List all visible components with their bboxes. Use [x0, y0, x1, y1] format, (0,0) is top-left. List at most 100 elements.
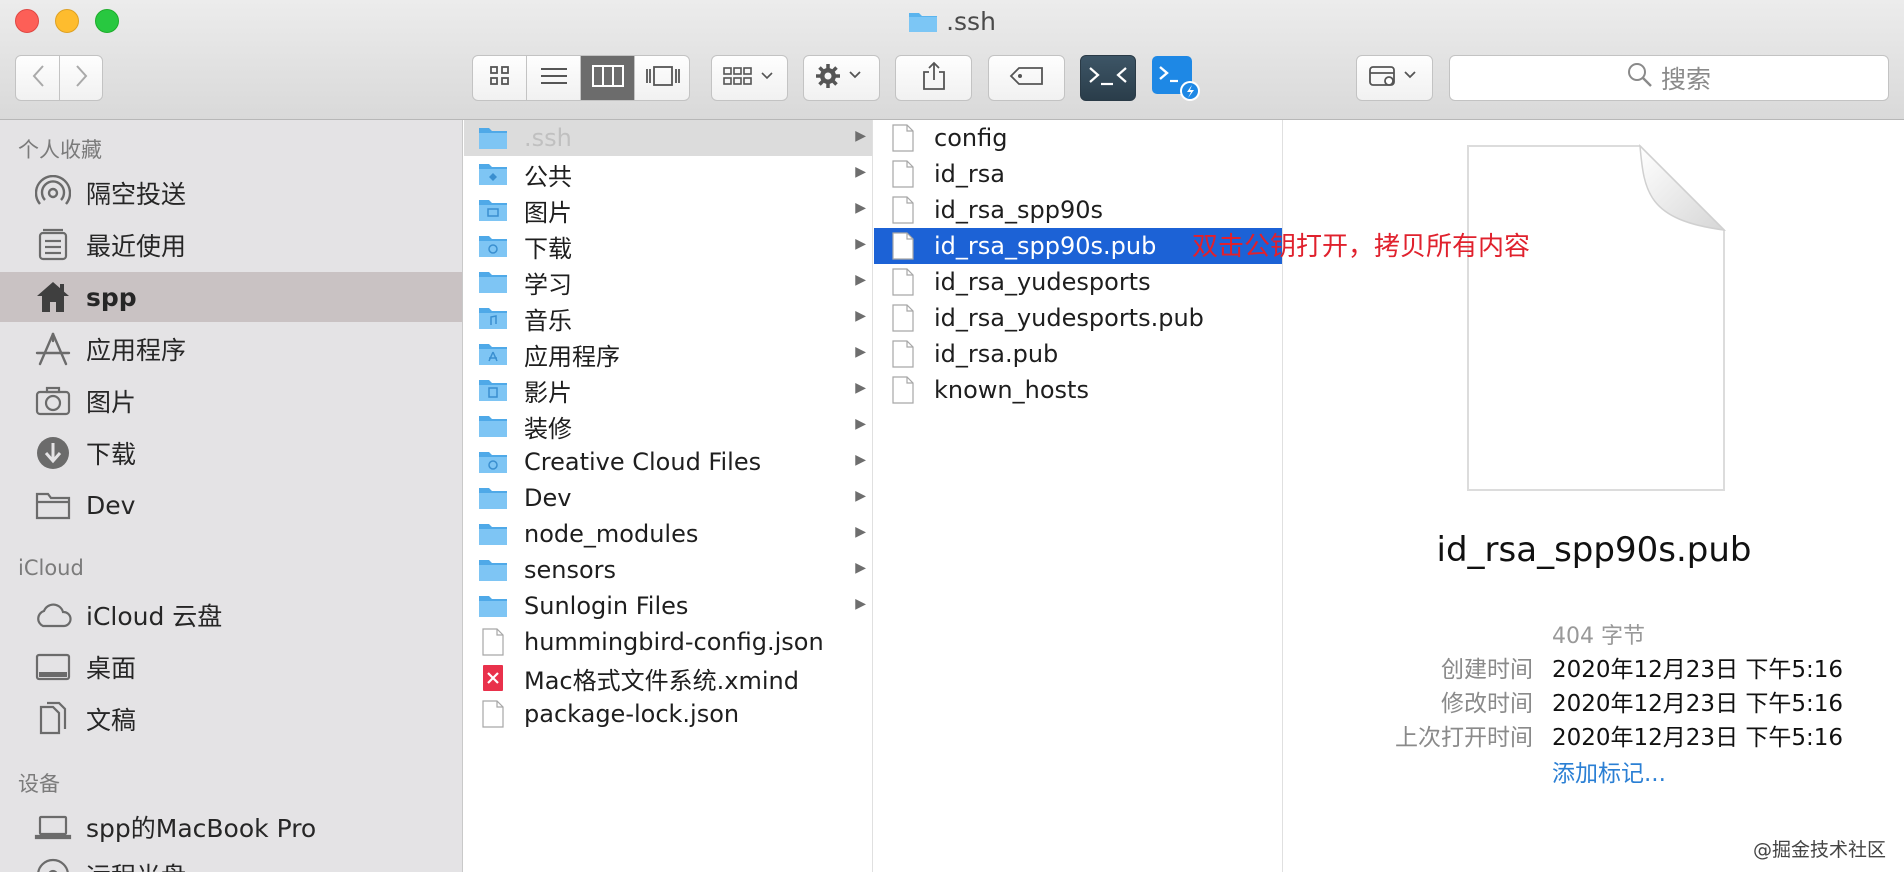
icon-view-icon — [489, 65, 511, 91]
list-item[interactable]: id_rsa_spp90s — [874, 192, 1282, 228]
list-item-label: 装修 — [524, 414, 572, 443]
gallery-view-button[interactable] — [635, 56, 690, 100]
created-value: 2020年12月23日 下午5:16 — [1552, 657, 1844, 683]
disclosure-arrow-icon: ▶ — [855, 416, 866, 432]
list-item[interactable]: id_rsa_yudesports — [874, 264, 1282, 300]
cloud-icon — [34, 596, 72, 634]
disclosure-arrow-icon: ▶ — [855, 272, 866, 288]
list-item[interactable]: hummingbird-config.json — [464, 624, 872, 660]
back-button[interactable] — [16, 56, 60, 100]
list-item[interactable]: 装修 ▶ — [464, 408, 872, 444]
list-item-label: 影片 — [524, 378, 572, 407]
list-item[interactable]: Mac格式文件系统.xmind — [464, 660, 872, 696]
list-item-label: Creative Cloud Files — [524, 448, 762, 476]
sidebar-item-label: 文稿 — [86, 706, 137, 735]
file-preview-icon — [1462, 142, 1730, 498]
disclosure-arrow-icon: ▶ — [855, 128, 866, 144]
list-item[interactable]: Sunlogin Files ▶ — [464, 588, 872, 624]
back-icon — [31, 64, 45, 92]
annotation-text: 双击公钥打开，拷贝所有内容 — [1192, 232, 1531, 262]
home-icon — [34, 278, 72, 316]
share-icon — [921, 61, 947, 95]
disclosure-arrow-icon: ▶ — [855, 380, 866, 396]
sidebar-item-airdrop[interactable]: 隔空投送 — [0, 168, 462, 218]
list-item[interactable]: known_hosts — [874, 372, 1282, 408]
list-item[interactable]: package-lock.json — [464, 696, 872, 732]
icon-view-button[interactable] — [473, 56, 527, 100]
list-item-label: id_rsa_yudesports.pub — [934, 304, 1204, 332]
disclosure-arrow-icon: ▶ — [855, 524, 866, 540]
file-icon — [888, 124, 918, 152]
modified-label: 修改时间 — [1441, 691, 1533, 717]
column-home: .ssh ▶ 公共 ▶ 图片 ▶ 下载 ▶ 学习 ▶ 音乐 ▶ 应用程序 ▶ 影片 ▶ 装修 ▶ Creative … — [464, 120, 873, 872]
folder-icon — [478, 160, 508, 188]
airdrop-icon — [34, 174, 72, 212]
list-item[interactable]: id_rsa.pub — [874, 336, 1282, 372]
list-item[interactable]: 下载 ▶ — [464, 228, 872, 264]
list-item-label: id_rsa — [934, 160, 1005, 188]
sidebar-item-icloud-drive[interactable]: iCloud 云盘 — [0, 590, 462, 640]
sidebar-item-dev[interactable]: Dev — [0, 480, 462, 530]
list-item[interactable]: 音乐 ▶ — [464, 300, 872, 336]
list-item-label: sensors — [524, 556, 617, 584]
list-item[interactable]: node_modules ▶ — [464, 516, 872, 552]
list-view-button[interactable] — [527, 56, 581, 100]
list-item[interactable]: config — [874, 120, 1282, 156]
list-item-label: hummingbird-config.json — [524, 628, 824, 656]
action-button[interactable] — [803, 55, 880, 101]
disclosure-arrow-icon: ▶ — [855, 596, 866, 612]
folder-icon — [478, 448, 508, 476]
list-item[interactable]: Creative Cloud Files ▶ — [464, 444, 872, 480]
list-item[interactable]: 图片 ▶ — [464, 192, 872, 228]
disclosure-arrow-icon: ▶ — [855, 236, 866, 252]
sidebar-item-macbook[interactable]: spp的MacBook Pro — [0, 802, 462, 852]
group-button[interactable] — [711, 55, 788, 101]
watermark: @掘金技术社区 — [1752, 839, 1886, 861]
sidebar-item-home[interactable]: spp — [0, 272, 462, 322]
list-item[interactable]: id_rsa_yudesports.pub — [874, 300, 1282, 336]
sidebar-item-desktop[interactable]: 桌面 — [0, 642, 462, 692]
sidebar-item-pictures[interactable]: 图片 — [0, 376, 462, 426]
forward-button[interactable] — [60, 56, 103, 100]
sidebar-item-label: spp的MacBook Pro — [86, 814, 317, 843]
sidebar-item-recents[interactable]: 最近使用 — [0, 220, 462, 270]
column-view-button[interactable] — [581, 56, 635, 100]
sidebar-item-label: 最近使用 — [86, 232, 187, 261]
path-button[interactable] — [1356, 55, 1433, 101]
column-view-icon — [591, 65, 624, 91]
list-item[interactable]: Dev ▶ — [464, 480, 872, 516]
sidebar-item-label: 应用程序 — [86, 336, 187, 365]
disclosure-arrow-icon: ▶ — [855, 344, 866, 360]
list-item[interactable]: 影片 ▶ — [464, 372, 872, 408]
sidebar: 个人收藏 隔空投送 最近使用 spp 应用程序 图片 下载 Dev iCloud… — [0, 120, 463, 872]
file-icon — [888, 268, 918, 296]
disc-icon — [34, 856, 72, 872]
forward-icon — [75, 64, 89, 92]
disclosure-arrow-icon: ▶ — [855, 308, 866, 324]
preview-filename: id_rsa_spp90s.pub — [1436, 530, 1752, 570]
list-item-label: id_rsa.pub — [934, 340, 1059, 368]
sidebar-item-label: 桌面 — [86, 654, 137, 683]
list-item[interactable]: 学习 ▶ — [464, 264, 872, 300]
sidebar-item-remote-disc[interactable]: 远程光盘 — [0, 850, 462, 872]
tag-button[interactable] — [988, 55, 1065, 101]
search-input[interactable]: 搜索 — [1449, 55, 1889, 101]
vscode-icon — [1150, 56, 1200, 107]
sidebar-item-applications[interactable]: 应用程序 — [0, 324, 462, 374]
file-icon — [888, 160, 918, 188]
terminal-button[interactable] — [1080, 55, 1136, 101]
add-tags-link[interactable]: 添加标记... — [1552, 754, 1666, 788]
tag-icon — [1009, 66, 1045, 90]
list-item[interactable]: .ssh ▶ — [464, 120, 872, 156]
share-button[interactable] — [895, 55, 972, 101]
list-item[interactable]: id_rsa — [874, 156, 1282, 192]
sidebar-item-documents[interactable]: 文稿 — [0, 694, 462, 744]
vscode-button[interactable] — [1150, 53, 1200, 103]
list-item[interactable]: 公共 ▶ — [464, 156, 872, 192]
list-item[interactable]: sensors ▶ — [464, 552, 872, 588]
list-item[interactable]: 应用程序 ▶ — [464, 336, 872, 372]
sidebar-item-downloads[interactable]: 下载 — [0, 428, 462, 478]
window-title: .ssh — [0, 6, 1904, 41]
list-item-label: 音乐 — [524, 306, 572, 335]
xmind-file-icon — [478, 664, 508, 692]
